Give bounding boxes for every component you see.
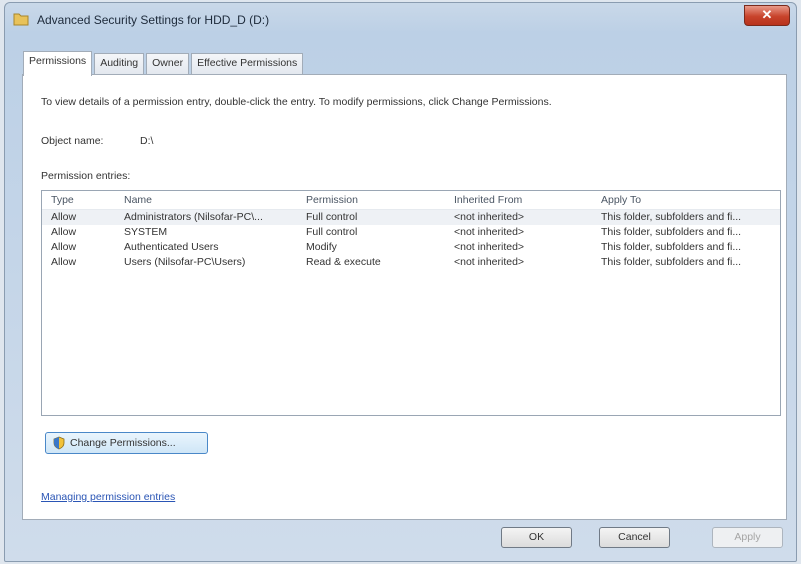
apply-button[interactable]: Apply <box>712 527 783 548</box>
cell-name: Authenticated Users <box>124 241 219 253</box>
managing-permission-entries-link[interactable]: Managing permission entries <box>41 491 175 503</box>
change-permissions-button[interactable]: Change Permissions... <box>45 432 208 454</box>
tab-effective-permissions[interactable]: Effective Permissions <box>191 53 304 75</box>
cell-apply-to: This folder, subfolders and fi... <box>601 241 742 253</box>
tab-permissions[interactable]: Permissions <box>23 51 93 76</box>
tab-auditing[interactable]: Auditing <box>94 53 145 75</box>
uac-shield-icon <box>53 436 65 450</box>
ok-button[interactable]: OK <box>501 527 572 548</box>
cell-name: SYSTEM <box>124 226 168 238</box>
table-row[interactable]: Allow Authenticated Users Modify <not in… <box>42 240 780 255</box>
cell-permission: Full control <box>306 226 358 238</box>
column-header-apply-to[interactable]: Apply To <box>601 194 777 206</box>
column-header-type[interactable]: Type <box>51 194 111 206</box>
change-permissions-label: Change Permissions... <box>70 437 176 449</box>
cell-inherited-from: <not inherited> <box>454 226 525 238</box>
object-name-label: Object name: <box>41 135 104 147</box>
object-name-value: D:\ <box>140 135 154 147</box>
tab-strip: Permissions Auditing Owner Effective Per… <box>23 51 305 76</box>
cell-inherited-from: <not inherited> <box>454 241 525 253</box>
list-header: Type Name Permission Inherited From Appl… <box>42 191 780 210</box>
table-row[interactable]: Allow Users (Nilsofar-PC\Users) Read & e… <box>42 255 780 270</box>
close-button[interactable]: ✕ <box>744 5 790 26</box>
folder-icon <box>13 13 29 26</box>
table-row[interactable]: Allow SYSTEM Full control <not inherited… <box>42 225 780 240</box>
permissions-panel: To view details of a permission entry, d… <box>22 74 787 520</box>
tab-owner[interactable]: Owner <box>146 53 190 75</box>
cell-name: Administrators (Nilsofar-PC\... <box>124 211 263 223</box>
column-header-inherited-from[interactable]: Inherited From <box>454 194 594 206</box>
title-bar[interactable]: Advanced Security Settings for HDD_D (D:… <box>5 3 796 37</box>
cell-apply-to: This folder, subfolders and fi... <box>601 256 742 268</box>
cancel-button[interactable]: Cancel <box>599 527 670 548</box>
cell-type: Allow <box>51 256 77 268</box>
cell-type: Allow <box>51 226 77 238</box>
cell-type: Allow <box>51 241 77 253</box>
cell-inherited-from: <not inherited> <box>454 211 525 223</box>
window-title: Advanced Security Settings for HDD_D (D:… <box>37 13 270 27</box>
cell-permission: Read & execute <box>306 256 381 268</box>
instructions-text: To view details of a permission entry, d… <box>41 96 552 108</box>
permission-entries-label: Permission entries: <box>41 170 131 182</box>
cell-name: Users (Nilsofar-PC\Users) <box>124 256 246 268</box>
column-header-permission[interactable]: Permission <box>306 194 446 206</box>
cell-apply-to: This folder, subfolders and fi... <box>601 226 742 238</box>
cell-permission: Full control <box>306 211 358 223</box>
cell-inherited-from: <not inherited> <box>454 256 525 268</box>
cell-permission: Modify <box>306 241 337 253</box>
security-settings-window: Advanced Security Settings for HDD_D (D:… <box>4 2 797 562</box>
table-row[interactable]: Allow Administrators (Nilsofar-PC\... Fu… <box>42 210 780 225</box>
column-header-name[interactable]: Name <box>124 194 299 206</box>
cell-apply-to: This folder, subfolders and fi... <box>601 211 742 223</box>
permission-entries-list[interactable]: Type Name Permission Inherited From Appl… <box>41 190 781 416</box>
cell-type: Allow <box>51 211 77 223</box>
